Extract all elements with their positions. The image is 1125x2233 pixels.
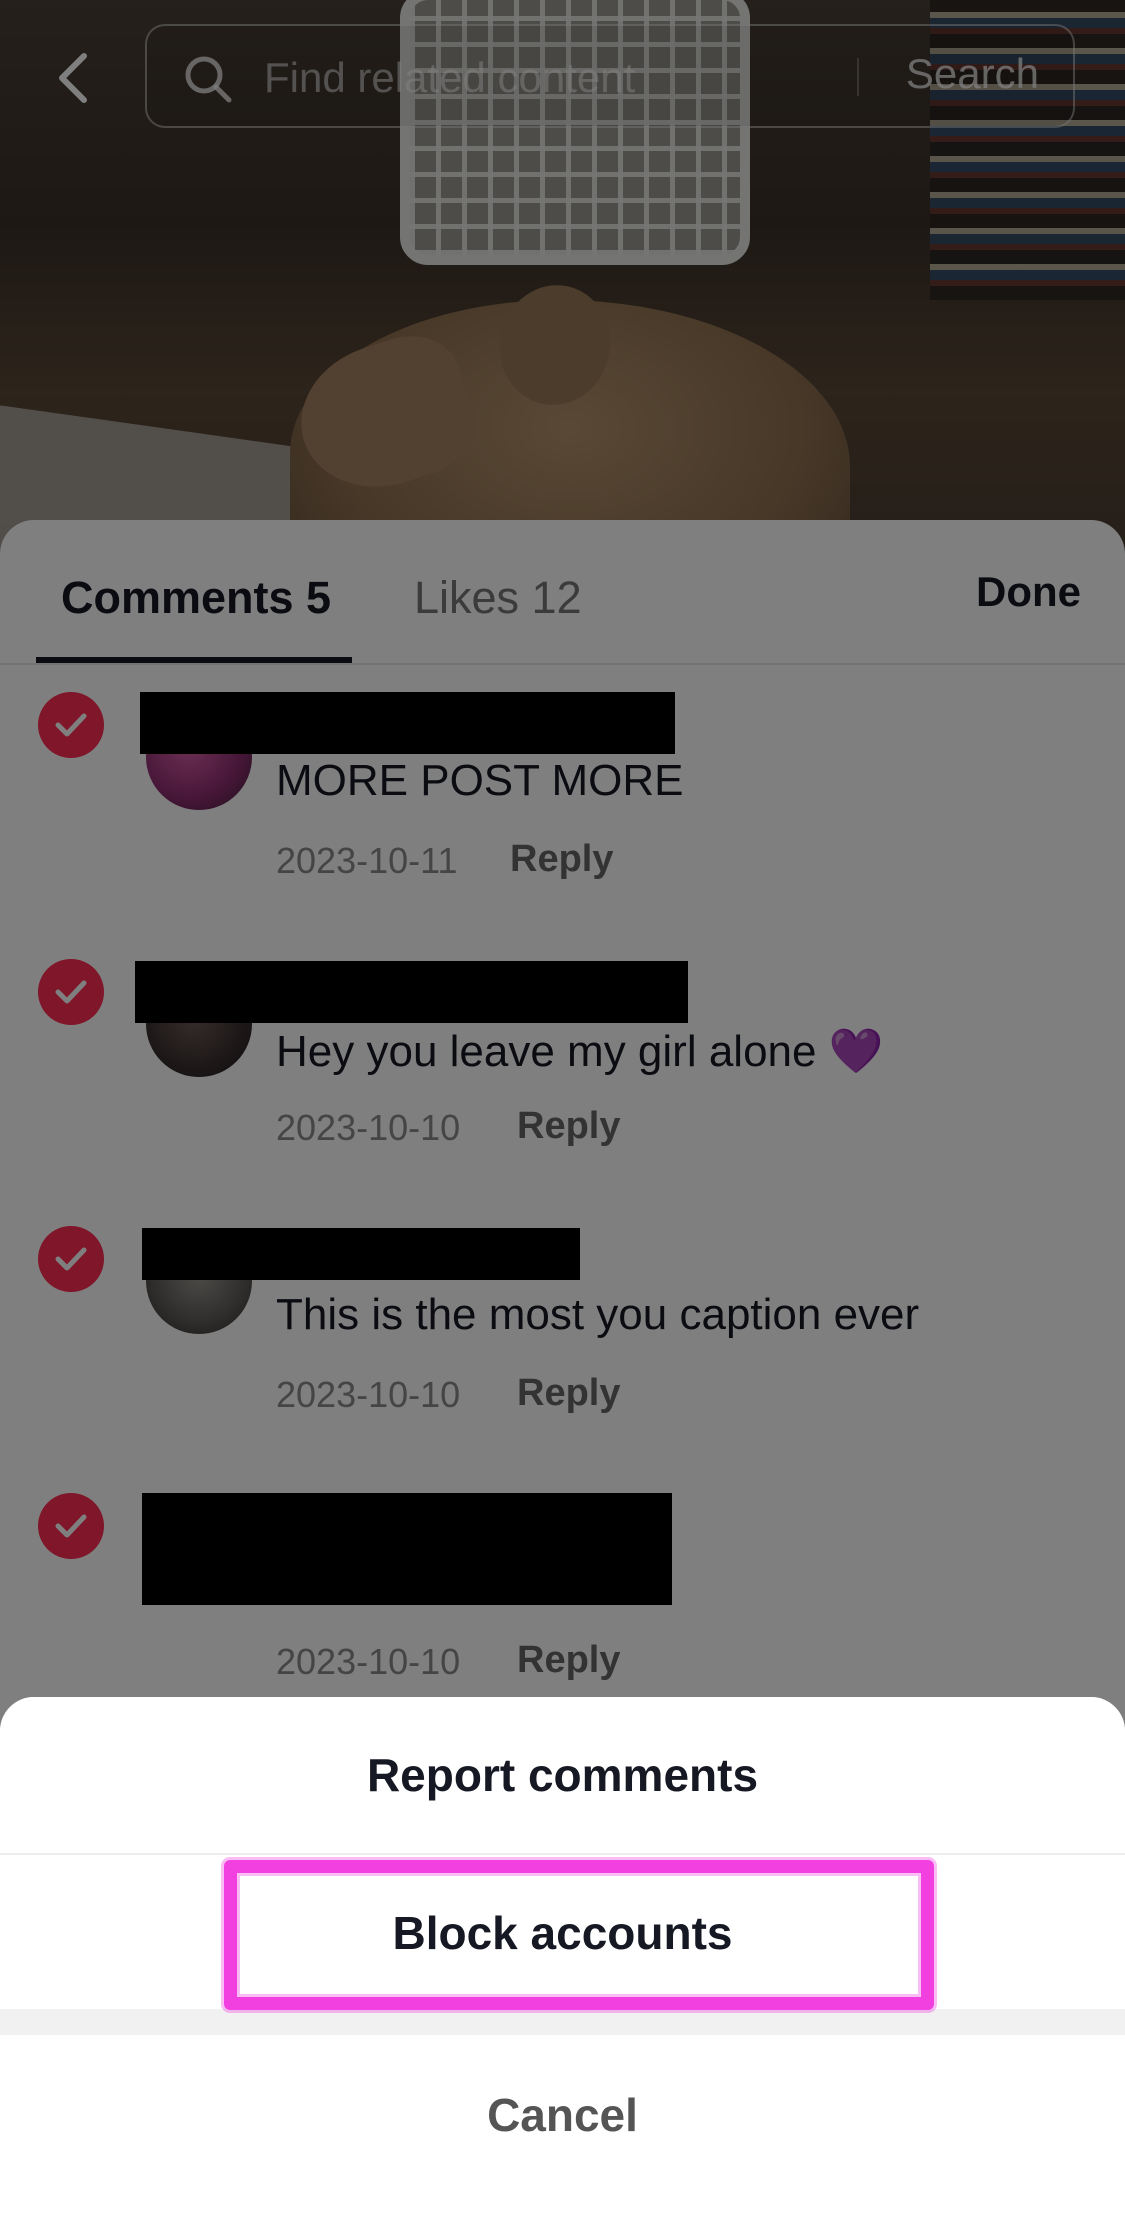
cancel-button[interactable]: Cancel bbox=[0, 2035, 1125, 2195]
highlight-annotation bbox=[224, 1860, 934, 2010]
report-comments-button[interactable]: Report comments bbox=[0, 1697, 1125, 1855]
sheet-separator bbox=[0, 2009, 1125, 2035]
